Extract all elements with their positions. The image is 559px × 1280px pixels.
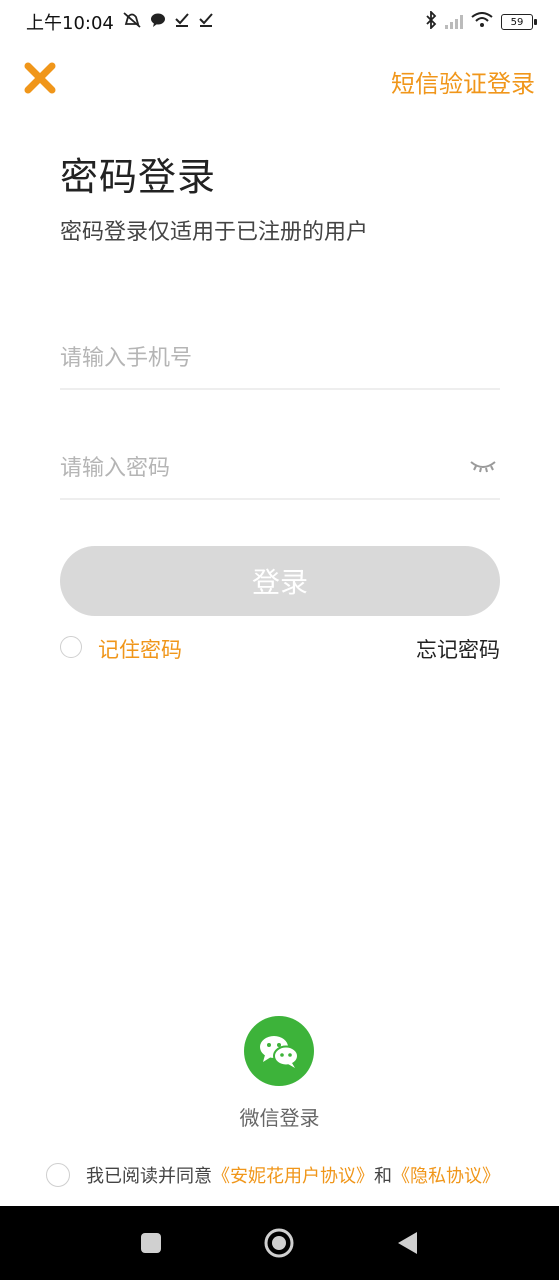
check-icon [174,12,190,32]
square-icon [141,1233,161,1253]
home-circle-icon [264,1228,294,1258]
mute-icon [122,11,142,33]
agreement-prefix: 我已阅读并同意 [86,1166,212,1187]
privacy-agreement-link[interactable]: 《隐私协议》 [392,1162,500,1188]
battery-icon: 59 [501,14,537,30]
forgot-password-link[interactable]: 忘记密码 [416,634,500,664]
remember-password-radio[interactable] [60,636,82,658]
status-bar: 上午10:04 59 [0,0,559,44]
agreement-radio[interactable] [46,1163,70,1187]
wifi-icon [471,12,493,32]
eye-closed-icon [470,461,496,473]
close-button[interactable] [20,58,60,98]
phone-input[interactable] [60,338,440,378]
recent-apps-button[interactable] [134,1226,168,1260]
wechat-login-label: 微信登录 [239,1106,320,1130]
back-button[interactable] [390,1226,424,1260]
agreement-and: 和 [374,1166,392,1187]
status-right: 59 [425,9,537,33]
navigation-bar [0,1206,559,1280]
sms-login-link[interactable]: 短信验证登录 [391,64,535,99]
wechat-login-button[interactable] [244,1016,314,1086]
password-input[interactable] [60,448,440,488]
check-icon [198,12,214,32]
agreement-row: 我已阅读并同意 《安妮花用户协议》 和 《隐私协议》 [46,1160,526,1190]
back-triangle-icon [398,1232,417,1254]
chat-bubble-icon [150,12,166,32]
top-bar: 短信验证登录 [0,56,559,104]
close-icon [24,62,56,94]
remember-row: 记住密码 忘记密码 [60,632,500,666]
page-subtitle: 密码登录仅适用于已注册的用户 [60,220,369,245]
remember-password-label[interactable]: 记住密码 [98,634,182,664]
login-button[interactable]: 登录 [60,546,500,616]
home-button[interactable] [262,1226,296,1260]
battery-level: 59 [510,16,524,28]
bluetooth-icon [425,9,437,33]
password-field-container [60,438,500,500]
status-left: 上午10:04 [26,9,214,35]
phone-field-container [60,328,500,390]
status-time: 上午10:04 [26,13,114,34]
user-agreement-link[interactable]: 《安妮花用户协议》 [212,1162,374,1188]
password-visibility-toggle[interactable] [468,454,498,478]
signal-icon [445,15,463,29]
wechat-icon [260,1036,299,1068]
page-title: 密码登录 [60,155,217,199]
